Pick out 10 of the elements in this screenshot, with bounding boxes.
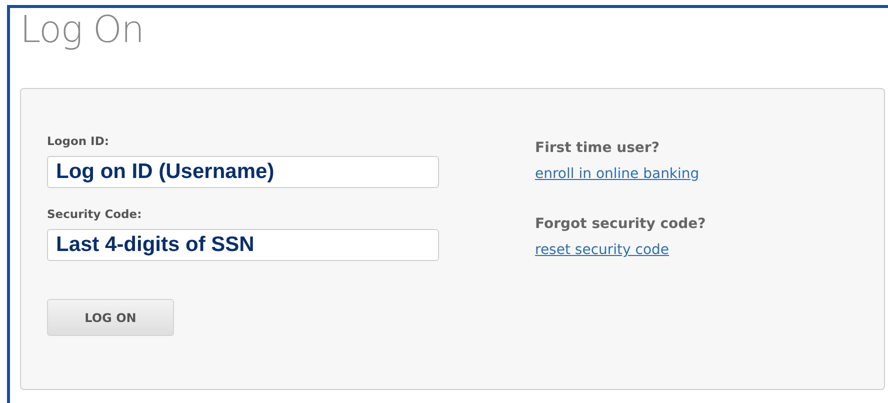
text-field[interactable]: Last 4-digits of SSN xyxy=(47,229,439,261)
text-field[interactable]: Log on ID (Username) xyxy=(47,156,439,188)
log-on-button[interactable]: LOG ON xyxy=(47,299,174,336)
field-label: Security Code: xyxy=(47,206,142,222)
help-question: Forgot security code? xyxy=(535,215,706,234)
page-title: Log On xyxy=(20,8,144,52)
help-link[interactable]: enroll in online banking xyxy=(535,164,700,184)
help-link[interactable]: reset security code xyxy=(535,240,670,260)
field-label: Logon ID: xyxy=(47,133,109,149)
help-question: First time user? xyxy=(535,139,660,158)
